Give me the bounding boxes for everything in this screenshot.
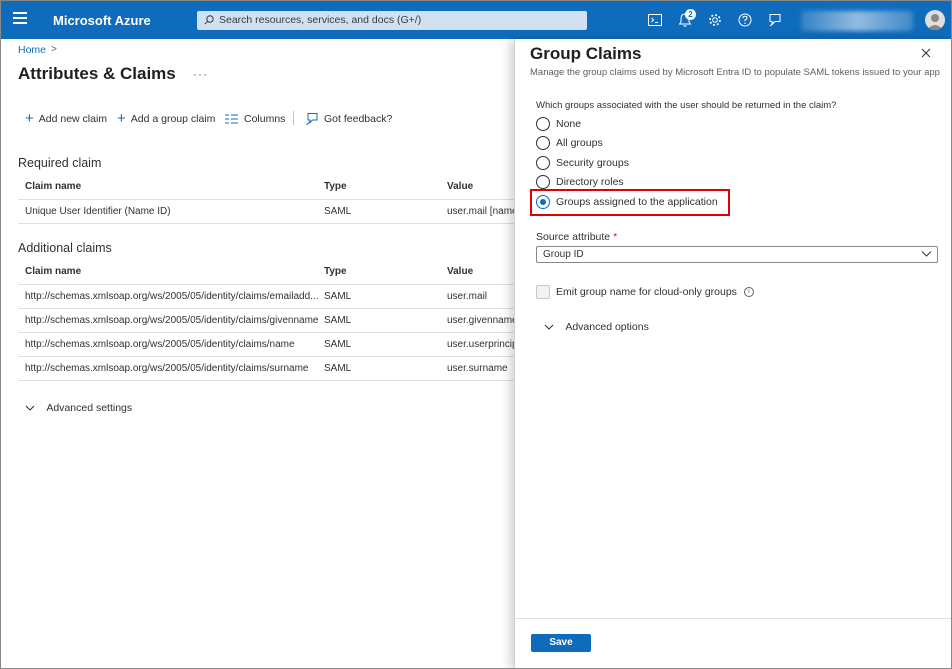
search-input[interactable]: Search resources, services, and docs (G+… (197, 11, 587, 30)
divider (18, 223, 515, 224)
required-marker: * (613, 231, 618, 243)
chevron-down-icon (544, 324, 554, 330)
table-row[interactable]: http://schemas.xmlsoap.org/ws/2005/05/id… (18, 333, 515, 356)
cloud-shell-icon[interactable] (646, 11, 664, 29)
notification-badge: 2 (685, 9, 696, 20)
advanced-options-label: Advanced options (565, 321, 649, 333)
menu-icon[interactable] (13, 12, 27, 26)
save-button[interactable]: Save (531, 634, 591, 652)
claim-value-cell: user.givenname (447, 315, 515, 326)
radio-label: Directory roles (556, 176, 624, 188)
claim-name-cell: Unique User Identifier (Name ID) (25, 206, 171, 217)
plus-icon: + (25, 110, 34, 127)
radio-label: Security groups (556, 157, 629, 169)
checkbox-box[interactable] (536, 285, 550, 299)
columns-button[interactable]: Columns (225, 111, 285, 127)
claim-type-cell: SAML (324, 315, 352, 326)
claim-name-cell: http://schemas.xmlsoap.org/ws/2005/05/id… (25, 339, 295, 350)
radio-directory-roles[interactable]: Directory roles (536, 174, 624, 190)
column-header-type[interactable]: Type (324, 266, 347, 277)
columns-label: Columns (244, 113, 286, 125)
highlight-box (530, 189, 730, 216)
search-placeholder: Search resources, services, and docs (G+… (219, 14, 422, 26)
claim-value-cell: user.mail [name (447, 206, 515, 217)
help-icon[interactable] (736, 11, 754, 29)
chevron-down-icon (921, 251, 932, 257)
radio-label: All groups (556, 137, 603, 149)
radio-circle (536, 136, 550, 150)
advanced-options-toggle[interactable]: Advanced options (544, 321, 649, 333)
column-header-value[interactable]: Value (447, 266, 473, 277)
account-info-blurred[interactable] (801, 11, 913, 31)
radio-circle (536, 117, 550, 131)
table-row[interactable]: http://schemas.xmlsoap.org/ws/2005/05/id… (18, 309, 515, 332)
radio-all-groups[interactable]: All groups (536, 135, 603, 151)
footer-divider (515, 618, 951, 619)
source-attribute-label: Source attribute * (536, 231, 617, 243)
source-attribute-select[interactable]: Group ID (536, 246, 938, 263)
add-new-claim-label: Add new claim (38, 113, 108, 125)
page-title: Attributes & Claims (18, 64, 176, 83)
add-group-claim-button[interactable]: + Add a group claim (117, 111, 215, 127)
more-options-button[interactable]: ··· (193, 67, 208, 81)
claim-type-cell: SAML (324, 291, 352, 302)
claim-value-cell: user.userprincip (447, 339, 515, 350)
radio-label: None (556, 118, 582, 130)
claim-value-cell: user.mail (447, 291, 488, 302)
plus-icon: + (117, 110, 126, 127)
radio-none[interactable]: None (536, 116, 581, 132)
column-header-value[interactable]: Value (447, 181, 473, 192)
radio-security-groups[interactable]: Security groups (536, 155, 629, 171)
breadcrumb-separator: > (51, 44, 57, 55)
claim-value-cell: user.surname (447, 363, 508, 374)
advanced-settings-toggle[interactable]: Advanced settings (25, 402, 132, 414)
advanced-settings-label: Advanced settings (46, 402, 133, 414)
info-icon[interactable]: i (743, 287, 754, 297)
close-icon[interactable] (919, 46, 933, 60)
panel-title: Group Claims (530, 44, 642, 63)
gear-icon[interactable] (706, 11, 724, 29)
claim-name-cell: http://schemas.xmlsoap.org/ws/2005/05/id… (25, 291, 319, 302)
claim-name-cell: http://schemas.xmlsoap.org/ws/2005/05/id… (25, 315, 319, 326)
add-new-claim-button[interactable]: + Add new claim (25, 111, 107, 127)
claim-type-cell: SAML (324, 339, 352, 350)
divider (18, 380, 515, 381)
emit-group-name-label: Emit group name for cloud-only groups (556, 286, 737, 298)
add-group-claim-label: Add a group claim (130, 113, 216, 125)
panel-subtitle: Manage the group claims used by Microsof… (530, 67, 940, 78)
source-attribute-value: Group ID (543, 249, 584, 260)
user-icon (927, 14, 943, 30)
table-row[interactable]: http://schemas.xmlsoap.org/ws/2005/05/id… (18, 285, 515, 308)
command-divider (293, 111, 294, 125)
table-row[interactable]: http://schemas.xmlsoap.org/ws/2005/05/id… (18, 357, 515, 380)
source-attribute-text: Source attribute (536, 231, 611, 243)
column-header-claim-name[interactable]: Claim name (25, 266, 81, 277)
emit-group-name-checkbox[interactable]: Emit group name for cloud-only groups i (536, 285, 754, 299)
brand-title[interactable]: Microsoft Azure (53, 13, 151, 28)
column-header-type[interactable]: Type (324, 181, 347, 192)
radio-circle (536, 175, 550, 189)
feedback-icon (306, 113, 318, 126)
columns-icon (225, 114, 238, 124)
required-claim-heading: Required claim (18, 156, 102, 170)
radio-circle (536, 156, 550, 170)
additional-claims-heading: Additional claims (18, 241, 112, 255)
chevron-down-icon (25, 405, 35, 411)
claim-name-cell: http://schemas.xmlsoap.org/ws/2005/05/id… (25, 363, 309, 374)
search-icon (204, 15, 214, 25)
claim-type-cell: SAML (324, 363, 352, 374)
claim-type-cell: SAML (324, 206, 352, 217)
feedback-label: Got feedback? (324, 113, 393, 125)
portal-window: Microsoft Azure Search resources, servic… (0, 0, 952, 669)
avatar[interactable] (925, 10, 945, 30)
group-claims-panel: Group Claims Manage the group claims use… (514, 39, 951, 668)
breadcrumb-home[interactable]: Home (18, 44, 46, 56)
group-question: Which groups associated with the user sh… (536, 100, 837, 111)
feedback-button[interactable]: Got feedback? (305, 111, 392, 127)
table-row[interactable]: Unique User Identifier (Name ID) SAML us… (18, 200, 515, 223)
feedback-icon[interactable] (766, 11, 784, 29)
top-bar: Microsoft Azure Search resources, servic… (1, 1, 951, 39)
column-header-claim-name[interactable]: Claim name (25, 181, 81, 192)
